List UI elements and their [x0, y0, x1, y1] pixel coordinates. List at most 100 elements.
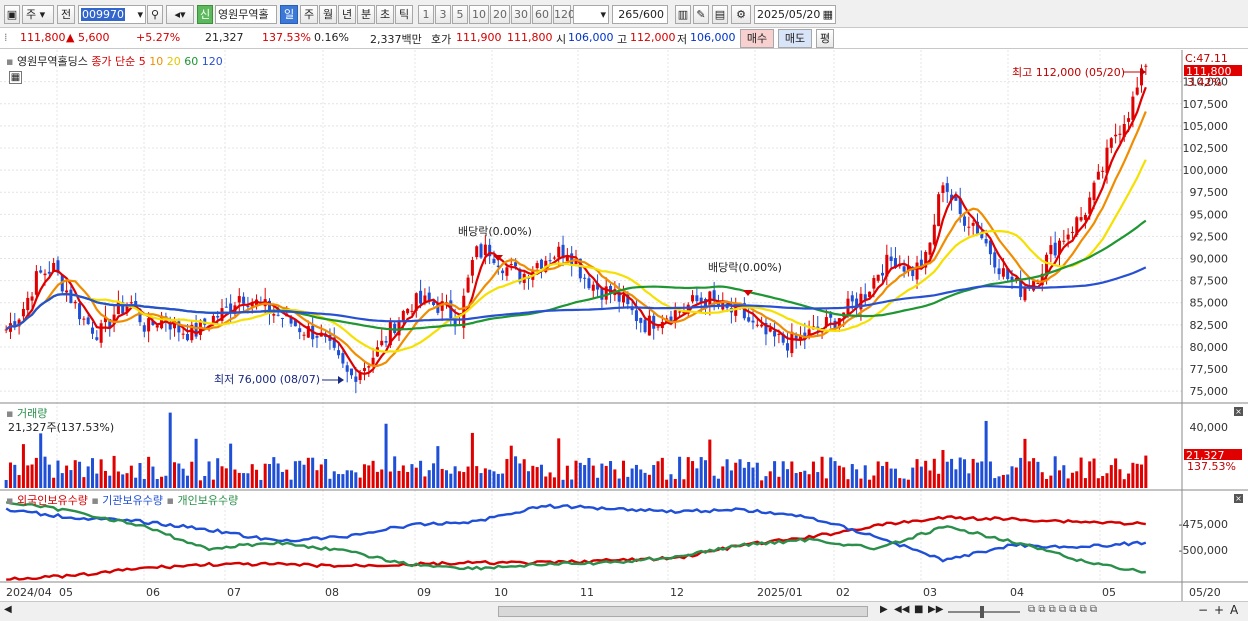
volume-bar [410, 464, 414, 488]
volume-close-icon[interactable]: × [1234, 407, 1243, 416]
prev-button[interactable]: 전 [57, 5, 75, 24]
candle-body [393, 323, 397, 334]
volume-bar [893, 468, 897, 488]
stop-icon[interactable]: ■ [914, 604, 923, 615]
volume-bar [591, 465, 595, 488]
interval-120[interactable]: 120 [553, 5, 575, 24]
chart-svg[interactable]: 75,000 77,500 80,000 82,500 85,000 87,500 90,0… [0, 50, 1248, 603]
holding-close-icon[interactable]: × [1234, 494, 1243, 503]
candle-body [777, 333, 781, 335]
interval-30[interactable]: 30 [511, 5, 531, 24]
chart-menu-icon[interactable]: ▣ [4, 5, 20, 24]
new-badge[interactable]: 신 [197, 5, 213, 24]
quote-menu-icon[interactable]: ⁞ [4, 31, 8, 44]
fast-forward-icon[interactable]: ▶▶ [928, 604, 943, 615]
volume-bar [168, 412, 172, 488]
volume-bar [958, 457, 962, 488]
candle-body [691, 295, 695, 302]
volume-bar [121, 474, 125, 488]
ma-5-label[interactable]: 5 [139, 55, 146, 68]
type-select[interactable]: 주 ▾ [22, 5, 54, 24]
count-input[interactable]: 265/600 [612, 5, 668, 24]
volume-bar [1105, 473, 1109, 488]
foreign-holding-label[interactable]: 외국인보유수량 [17, 494, 88, 507]
search-icon[interactable]: ⚲ [147, 5, 163, 24]
volume-bar [43, 456, 47, 488]
scroll-left-icon[interactable]: ◀ [4, 604, 12, 615]
period-month-tab[interactable]: 월 [319, 5, 337, 24]
volume-bars [4, 412, 1148, 488]
grid-table-icon[interactable]: ▦ [9, 71, 22, 84]
interval-3[interactable]: 3 [435, 5, 451, 24]
candle-body [401, 310, 405, 322]
individual-holding-label[interactable]: 개인보유수량 [177, 494, 238, 507]
interval-input[interactable]: ▾ [573, 5, 609, 24]
candle-body [695, 295, 699, 302]
rewind-icon[interactable]: ◀◀ [894, 604, 909, 615]
eval-button[interactable]: 평 [816, 29, 834, 48]
volume-bar [82, 477, 86, 488]
interval-5[interactable]: 5 [452, 5, 468, 24]
volume-bar [682, 479, 686, 488]
view-icons[interactable]: ⧉ ⧉ ⧉ ⧉ ⧉ ⧉ ⧉ [1028, 604, 1097, 615]
volume-bar [548, 472, 552, 488]
period-tick-tab[interactable]: 틱 [395, 5, 413, 24]
calendar-icon[interactable]: ▦ [823, 6, 833, 23]
volume-bar [609, 461, 613, 488]
period-week-tab[interactable]: 주 [300, 5, 318, 24]
stock-code-input[interactable]: 009970 ▾ [78, 5, 146, 24]
buy-button[interactable]: 매수 [740, 29, 774, 48]
volume-bar [233, 469, 237, 488]
candle-body [82, 318, 86, 320]
zoom-plus-icon[interactable]: + [1214, 603, 1224, 617]
line-tool-icon[interactable]: ✎ [693, 5, 709, 24]
period-minute-tab[interactable]: 분 [357, 5, 375, 24]
interval-1[interactable]: 1 [418, 5, 434, 24]
scroll-right-icon[interactable]: ▶ [880, 604, 888, 615]
zoom-slider[interactable] [948, 611, 1020, 613]
scroll-thumb[interactable] [498, 606, 868, 617]
zoom-slider-handle[interactable] [980, 606, 984, 618]
ma-label[interactable]: 종가 단순 [91, 55, 135, 68]
candle-body [483, 244, 487, 256]
sell-button[interactable]: 매도 [778, 29, 812, 48]
candle-body [712, 290, 716, 300]
settings-icon[interactable]: ⚙ [731, 5, 751, 24]
volume-bar [924, 460, 928, 488]
chart-scroll-bar[interactable]: ◀ ▶ ◀◀ ■ ▶▶ ⧉ ⧉ ⧉ ⧉ ⧉ ⧉ ⧉ − + A [0, 601, 1248, 621]
volume-bar [151, 466, 155, 488]
speaker-icon[interactable]: ◂▾ [166, 5, 194, 24]
institution-holding-label[interactable]: 기관보유수량 [102, 494, 163, 507]
code-dropdown-icon[interactable]: ▾ [137, 6, 143, 23]
volume-bar [56, 460, 60, 488]
x-tick-label: 2024/04 [6, 586, 52, 599]
candle-body [889, 256, 893, 262]
ma-60-label[interactable]: 60 [184, 55, 198, 68]
zoom-minus-icon[interactable]: − [1198, 603, 1208, 617]
volume-bar [354, 472, 358, 488]
interval-20[interactable]: 20 [490, 5, 510, 24]
date-input[interactable]: 2025/05/20 ▦ [754, 5, 836, 24]
candle-body [224, 306, 228, 308]
period-second-tab[interactable]: 초 [376, 5, 394, 24]
volume-bar [367, 465, 371, 488]
dividend-annotation-2: 배당락(0.00%) [708, 261, 782, 274]
y-tick-label: 75,000 [1190, 385, 1229, 398]
save-icon[interactable]: ▤ [712, 5, 728, 24]
interval-10[interactable]: 10 [469, 5, 489, 24]
chart-area[interactable]: 75,000 77,500 80,000 82,500 85,000 87,500 90,0… [0, 50, 1248, 603]
interval-60[interactable]: 60 [532, 5, 552, 24]
stock-name-label[interactable]: 영원무역홀딩스 [17, 55, 88, 68]
interval-dropdown-icon[interactable]: ▾ [600, 6, 606, 23]
period-day-tab[interactable]: 일 [280, 5, 298, 24]
ma-10-label[interactable]: 10 [149, 55, 163, 68]
candle-body [557, 246, 561, 258]
auto-scale-button[interactable]: A [1230, 603, 1238, 617]
candle-type-icon[interactable]: ▥ [675, 5, 691, 24]
ma-120-label[interactable]: 120 [202, 55, 223, 68]
candle-body [147, 318, 151, 332]
ma-20-label[interactable]: 20 [167, 55, 181, 68]
period-year-tab[interactable]: 년 [338, 5, 356, 24]
candle-body [600, 288, 604, 300]
high-label: 고 [617, 33, 628, 46]
